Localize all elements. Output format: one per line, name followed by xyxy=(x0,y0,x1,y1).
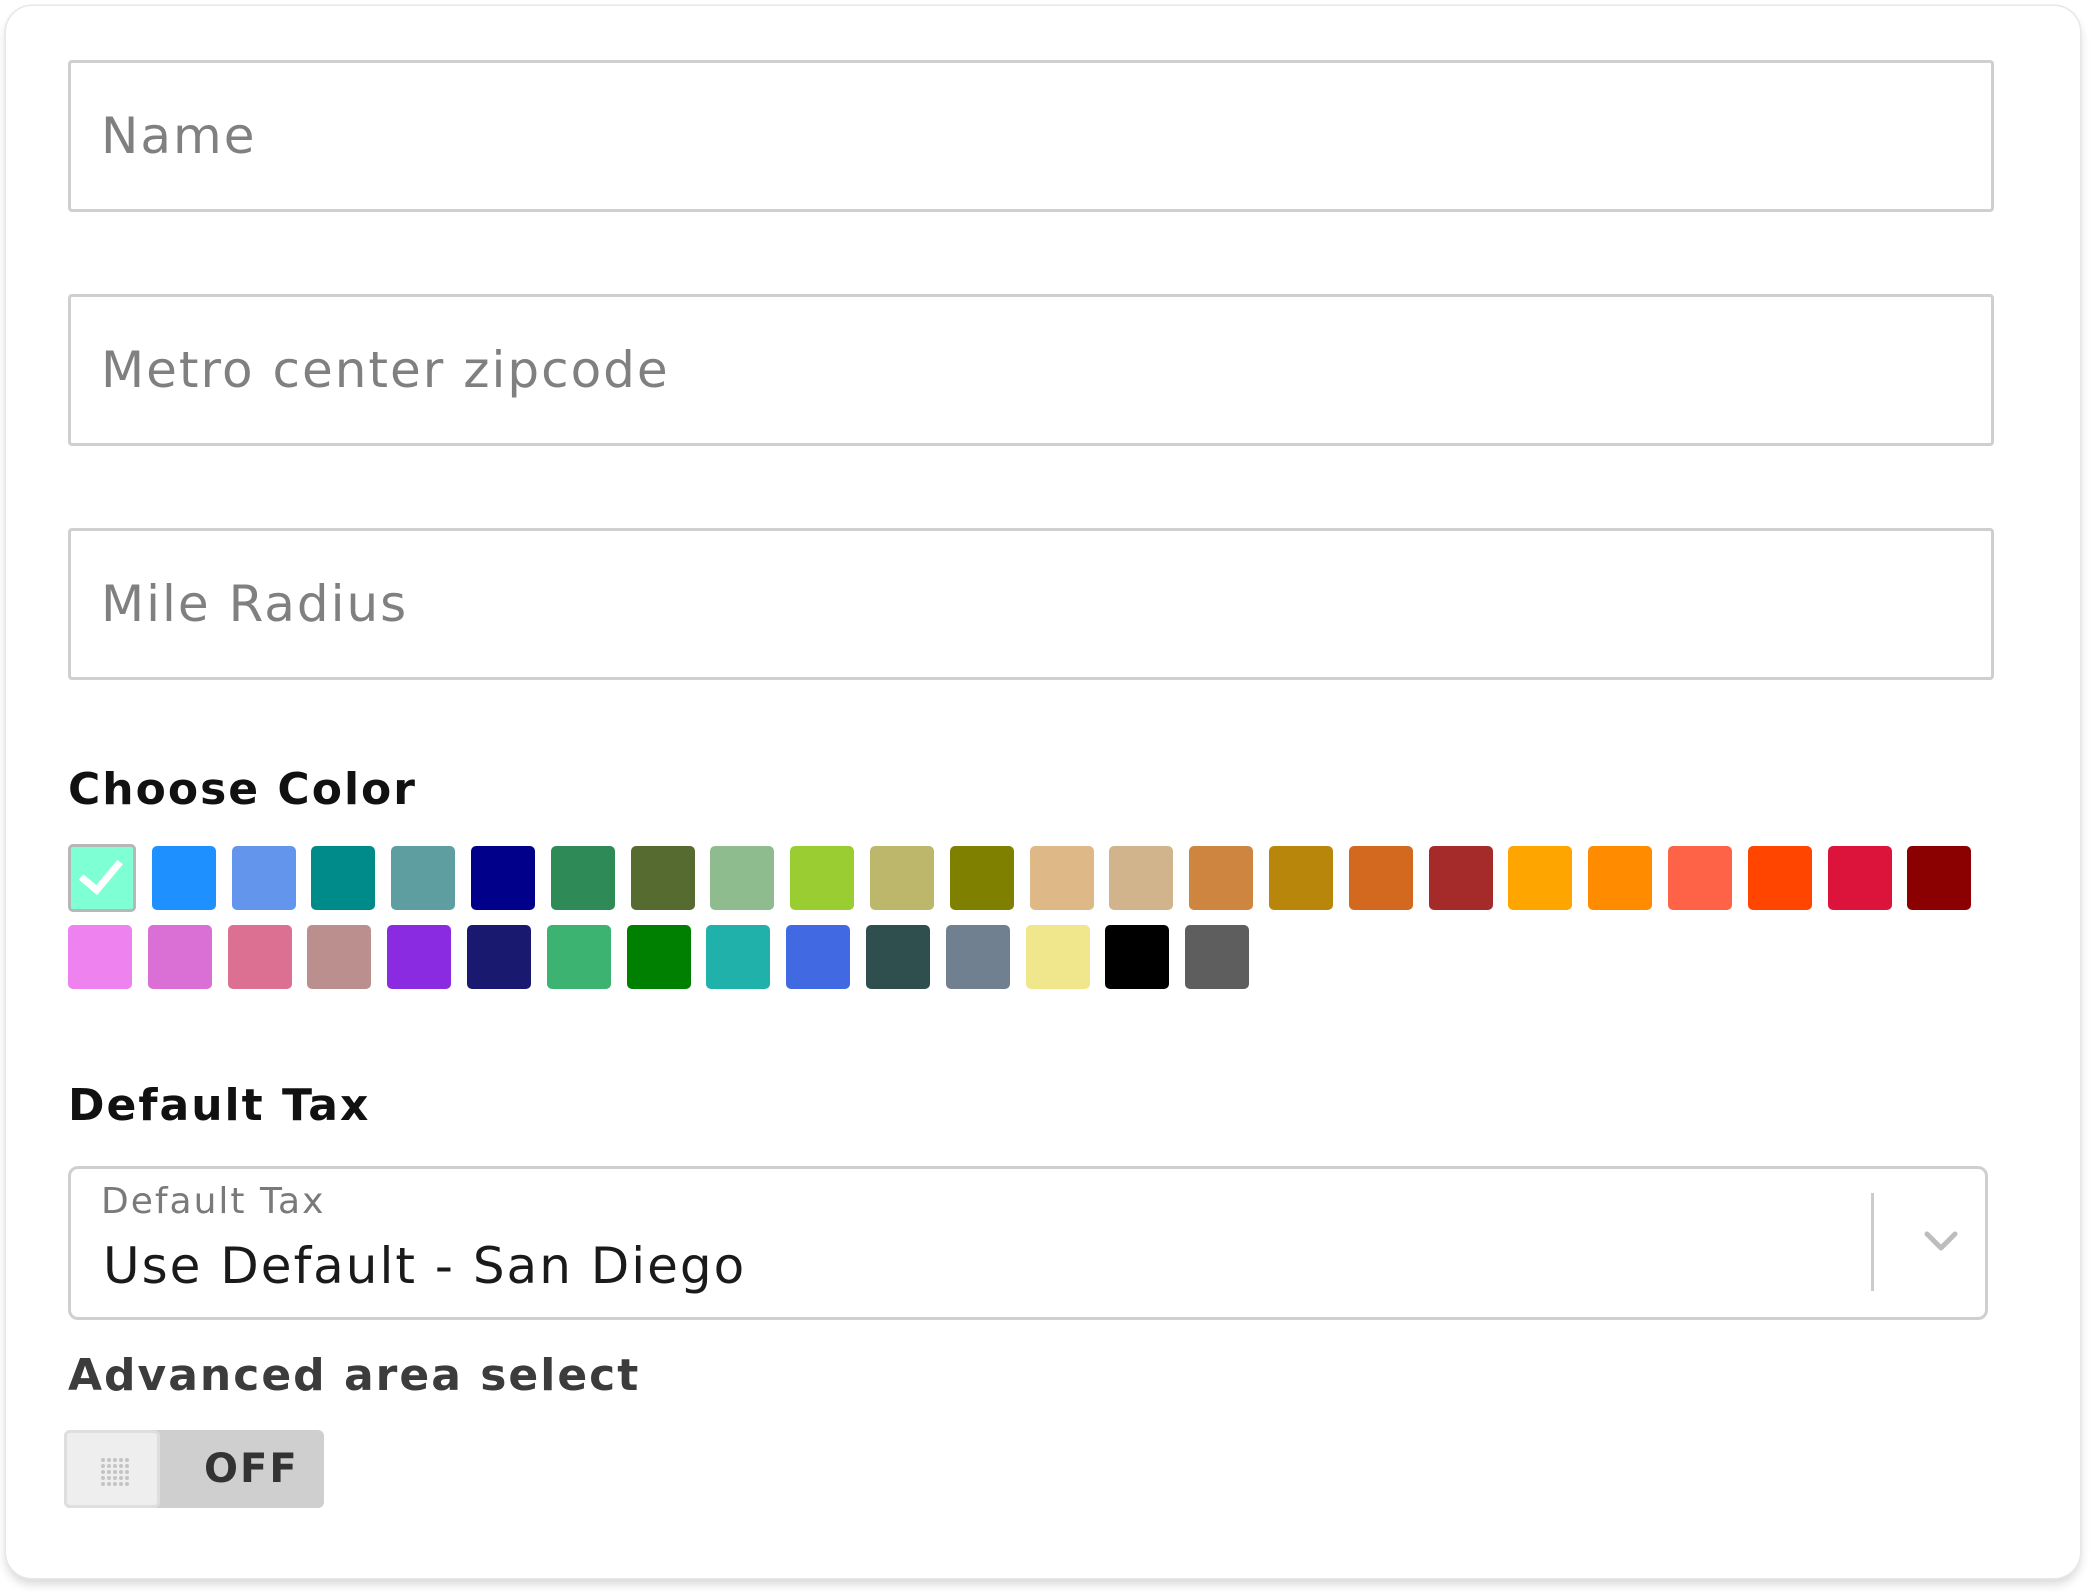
form-card: Choose Color Default Tax Default Tax Use… xyxy=(6,6,2080,1578)
color-swatch-mediumseagreen[interactable] xyxy=(546,925,611,989)
color-swatch-orchid[interactable] xyxy=(147,925,212,989)
checkmark-icon xyxy=(78,848,123,896)
color-swatch-dodgerblue[interactable] xyxy=(151,846,216,910)
color-swatch-cadetblue[interactable] xyxy=(391,846,456,910)
color-swatch-darkslategray[interactable] xyxy=(865,925,930,989)
default-tax-select[interactable]: Default Tax Use Default - San Diego xyxy=(68,1166,1988,1320)
color-swatch-violet[interactable] xyxy=(68,925,132,989)
color-swatch-chocolate[interactable] xyxy=(1348,846,1413,910)
select-divider xyxy=(1871,1193,1874,1291)
color-swatch-cornflowerblue[interactable] xyxy=(231,846,296,910)
default-tax-label: Default Tax xyxy=(68,1080,371,1131)
choose-color-label: Choose Color xyxy=(68,764,417,815)
metro-zipcode-input[interactable] xyxy=(68,294,1994,446)
color-swatch-midnightblue[interactable] xyxy=(466,925,531,989)
color-swatch-royalblue[interactable] xyxy=(786,925,851,989)
color-swatch-orange[interactable] xyxy=(1508,846,1573,910)
toggle-handle[interactable] xyxy=(64,1430,160,1508)
color-swatch-palette xyxy=(68,844,2002,989)
default-tax-selected-value: Use Default - San Diego xyxy=(103,1237,747,1295)
color-swatch-darkcyan[interactable] xyxy=(311,846,376,910)
color-swatch-dimgray[interactable] xyxy=(1185,925,1250,989)
color-swatch-darkgoldenrod[interactable] xyxy=(1268,846,1333,910)
chevron-down-icon[interactable] xyxy=(1921,1221,1961,1261)
advanced-area-select-label: Advanced area select xyxy=(68,1350,641,1401)
color-swatch-darkolivegreen[interactable] xyxy=(630,846,695,910)
color-swatch-khaki[interactable] xyxy=(1025,925,1090,989)
default-tax-select-caption: Default Tax xyxy=(101,1181,326,1222)
color-swatch-rosybrown[interactable] xyxy=(307,925,372,989)
name-input[interactable] xyxy=(68,60,1994,212)
toggle-state-label: OFF xyxy=(204,1446,299,1492)
color-swatch-burlywood[interactable] xyxy=(1029,846,1094,910)
color-swatch-lightseagreen[interactable] xyxy=(706,925,771,989)
color-swatch-brown[interactable] xyxy=(1428,846,1493,910)
color-swatch-darkkhaki[interactable] xyxy=(869,846,934,910)
advanced-area-select-toggle[interactable]: OFF xyxy=(64,1430,324,1508)
color-swatch-darkseagreen[interactable] xyxy=(710,846,775,910)
color-swatch-tan[interactable] xyxy=(1109,846,1174,910)
color-swatch-palevioletred[interactable] xyxy=(227,925,292,989)
color-swatch-peru[interactable] xyxy=(1189,846,1254,910)
color-swatch-tomato[interactable] xyxy=(1667,846,1732,910)
color-swatch-darkorange[interactable] xyxy=(1588,846,1653,910)
color-swatch-crimson[interactable] xyxy=(1827,846,1892,910)
color-swatch-yellowgreen[interactable] xyxy=(790,846,855,910)
mile-radius-input[interactable] xyxy=(68,528,1994,680)
color-swatch-darkblue[interactable] xyxy=(470,846,535,910)
color-swatch-darkred[interactable] xyxy=(1907,846,1972,910)
color-swatch-green[interactable] xyxy=(626,925,691,989)
color-swatch-blueviolet[interactable] xyxy=(387,925,452,989)
color-swatch-aquamarine[interactable] xyxy=(68,844,136,912)
grip-dots-icon xyxy=(101,1458,129,1486)
color-swatch-slategray[interactable] xyxy=(945,925,1010,989)
color-swatch-seagreen[interactable] xyxy=(550,846,615,910)
color-swatch-black[interactable] xyxy=(1105,925,1170,989)
color-swatch-orangered[interactable] xyxy=(1747,846,1812,910)
color-swatch-olive[interactable] xyxy=(949,846,1014,910)
